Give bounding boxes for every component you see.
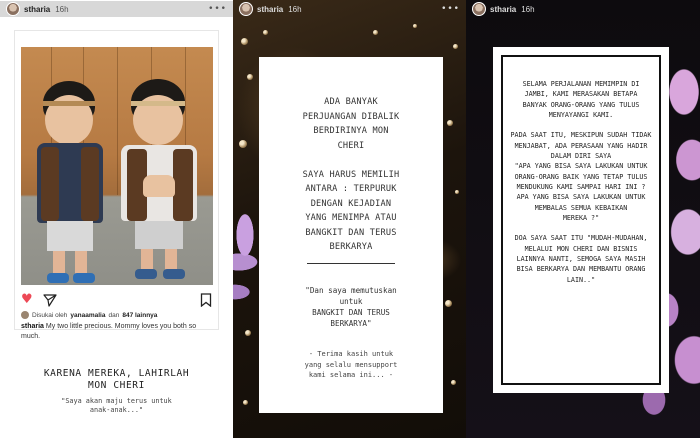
caption-user[interactable]: stharia — [21, 323, 44, 330]
story-panel-3[interactable]: stharia 16h SELAMA PERJALANAN MEMIMPIN D… — [466, 0, 700, 438]
likes-middle: dan — [108, 311, 120, 319]
post-caption: stharia My two little precious. Mommy lo… — [21, 322, 212, 342]
username[interactable]: stharia — [257, 5, 283, 14]
username[interactable]: stharia — [24, 5, 50, 14]
story-panel-2[interactable]: stharia 16h ••• ADA BANYAK PERJUANGAN DI… — [233, 0, 466, 438]
likes-prefix: Disukai oleh — [32, 311, 68, 319]
likes-user[interactable]: yanaamalia — [70, 312, 105, 319]
send-icon[interactable] — [43, 293, 57, 307]
story-header: stharia 16h ••• — [0, 1, 233, 17]
liker-avatar — [21, 311, 29, 319]
story-title: KARENA MEREKA, LAHIRLAH MON CHERI — [43, 368, 190, 391]
post-time: 16h — [55, 4, 69, 14]
avatar[interactable] — [6, 2, 20, 16]
story-header: stharia 16h — [466, 1, 700, 17]
card-text: SELAMA PERJALANAN MEMIMPIN DI JAMBI, KAM… — [510, 80, 652, 284]
more-dots-icon[interactable]: ••• — [208, 5, 227, 14]
post-time: 16h — [288, 4, 302, 14]
avatar[interactable] — [239, 2, 253, 16]
username[interactable]: stharia — [490, 5, 516, 14]
card-thanks: - Terima kasih untuk yang selalu mensupp… — [304, 350, 398, 379]
card-border: SELAMA PERJALANAN MEMIMPIN DI JAMBI, KAM… — [501, 55, 661, 385]
likes-line: Disukai oleh yanaamalia dan 847 lainnya — [21, 311, 214, 319]
post-time: 16h — [521, 4, 535, 14]
card-quote: "Dan saya memutuskan untuk BANGKIT DAN T… — [305, 286, 397, 328]
post-actions: ♥ — [21, 293, 212, 307]
text-card: ADA BANYAK PERJUANGAN DIBALIK BERDIRINYA… — [259, 57, 443, 413]
avatar[interactable] — [472, 2, 486, 16]
story-quote: "Saya akan maju terus untuk anak-anak...… — [61, 397, 172, 414]
story-header: stharia 16h ••• — [233, 1, 466, 17]
divider — [307, 263, 395, 264]
card-main-text: ADA BANYAK PERJUANGAN DIBALIK BERDIRINYA… — [302, 97, 400, 252]
heart-icon[interactable]: ♥ — [21, 293, 33, 307]
post-photo — [21, 47, 213, 285]
caption-text: My two little precious. Mommy loves you … — [21, 323, 197, 340]
text-card: SELAMA PERJALANAN MEMIMPIN DI JAMBI, KAM… — [493, 47, 669, 393]
story-panel-1[interactable]: stharia 16h ••• ♥ Disukai oleh yanaamali… — [0, 0, 233, 438]
instagram-post-card: ♥ Disukai oleh yanaamalia dan 847 lainny… — [14, 30, 219, 340]
likes-count[interactable]: 847 lainnya — [122, 312, 157, 319]
stories-strip: stharia 16h ••• ♥ Disukai oleh yanaamali… — [0, 0, 700, 438]
more-dots-icon[interactable]: ••• — [441, 5, 460, 14]
bookmark-icon[interactable] — [200, 293, 212, 307]
